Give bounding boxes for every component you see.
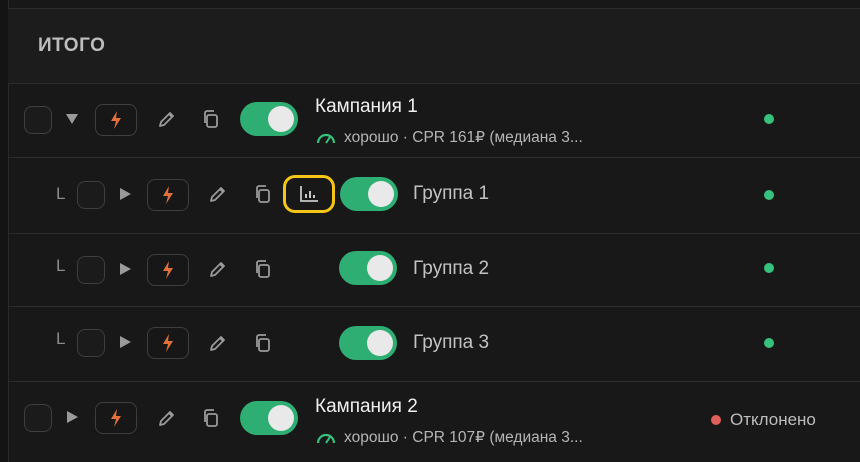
group-name[interactable]: Группа 1 (413, 183, 489, 205)
group-name[interactable]: Группа 2 (413, 258, 489, 280)
group-row[interactable]: L Группа 3 (8, 307, 860, 382)
edit-button[interactable] (207, 332, 229, 354)
group-row[interactable]: L Группа 2 (8, 234, 860, 307)
row-checkbox[interactable] (77, 329, 105, 357)
expand-triangle-icon[interactable] (120, 263, 131, 275)
expand-triangle-icon[interactable] (120, 336, 131, 348)
status-dot (764, 190, 774, 200)
total-row: ИТОГО (8, 8, 860, 84)
row-checkbox[interactable] (24, 106, 52, 134)
campaign-row[interactable]: Кампания 1 хорошо · CPR 161₽ (медиана 3.… (8, 83, 860, 158)
pencil-icon (210, 262, 225, 277)
status-dot (711, 415, 721, 425)
campaign-name[interactable]: Кампания 2 (315, 396, 418, 418)
status-dot (764, 114, 774, 124)
bolt-icon (163, 261, 173, 279)
toggle-knob (368, 181, 394, 207)
group-toggle[interactable] (339, 251, 397, 285)
toggle-knob (268, 106, 294, 132)
indent-marker: L (56, 329, 66, 348)
toggle-knob (367, 330, 393, 356)
copy-button[interactable] (252, 258, 274, 280)
group-name[interactable]: Группа 3 (413, 332, 489, 354)
toggle-knob (367, 255, 393, 281)
row-checkbox[interactable] (77, 256, 105, 284)
group-toggle[interactable] (340, 177, 398, 211)
campaign-name[interactable]: Кампания 1 (315, 96, 418, 118)
campaign-subtitle: хорошо · CPR 161₽ (медиана 3... (316, 128, 583, 147)
copy-icon (256, 334, 270, 352)
copy-icon (204, 110, 218, 128)
campaign-toggle[interactable] (240, 102, 298, 136)
autorule-button[interactable] (95, 402, 137, 434)
group-toggle[interactable] (339, 326, 397, 360)
performance-text: хорошо · CPR 107₽ (медиана 3... (344, 429, 583, 446)
autorule-button[interactable] (147, 327, 189, 359)
bolt-icon (111, 111, 121, 129)
toggle-knob (268, 405, 294, 431)
pencil-icon (210, 187, 225, 202)
pencil-icon (210, 336, 225, 351)
expand-triangle-icon[interactable] (67, 411, 78, 423)
expand-triangle-icon[interactable] (120, 188, 131, 200)
copy-button[interactable] (200, 108, 222, 130)
edit-button[interactable] (207, 183, 229, 205)
autorule-button[interactable] (147, 179, 189, 211)
autorule-button[interactable] (147, 254, 189, 286)
campaign-row[interactable]: Кампания 2 хорошо · CPR 107₽ (медиана 3.… (8, 382, 860, 462)
status-dot (764, 263, 774, 273)
copy-icon (256, 185, 270, 203)
performance-text: хорошо · CPR 161₽ (медиана 3... (344, 129, 583, 146)
edit-button[interactable] (207, 258, 229, 280)
bolt-icon (163, 186, 173, 204)
copy-icon (204, 409, 218, 427)
row-checkbox[interactable] (77, 181, 105, 209)
bolt-icon (111, 409, 121, 427)
campaign-toggle[interactable] (240, 401, 298, 435)
indent-marker: L (56, 184, 66, 203)
copy-button[interactable] (252, 183, 274, 205)
copy-icon (256, 260, 270, 278)
bar-chart-icon (300, 186, 318, 202)
edit-button[interactable] (156, 407, 178, 429)
edit-button[interactable] (156, 108, 178, 130)
copy-button[interactable] (252, 332, 274, 354)
pencil-icon (159, 112, 174, 127)
stats-button[interactable] (283, 175, 335, 213)
collapse-triangle-icon[interactable] (66, 114, 78, 124)
indent-marker: L (56, 256, 66, 275)
campaign-subtitle: хорошо · CPR 107₽ (медиана 3... (316, 428, 583, 447)
pencil-icon (159, 411, 174, 426)
gauge-icon (316, 133, 336, 144)
group-row[interactable]: L Группа 1 (8, 158, 860, 234)
autorule-button[interactable] (95, 104, 137, 136)
total-label: ИТОГО (38, 35, 106, 56)
row-checkbox[interactable] (24, 404, 52, 432)
gauge-icon (316, 433, 336, 444)
copy-button[interactable] (200, 407, 222, 429)
status-text: Отклонено (730, 410, 816, 429)
status-dot (764, 338, 774, 348)
bolt-icon (163, 334, 173, 352)
